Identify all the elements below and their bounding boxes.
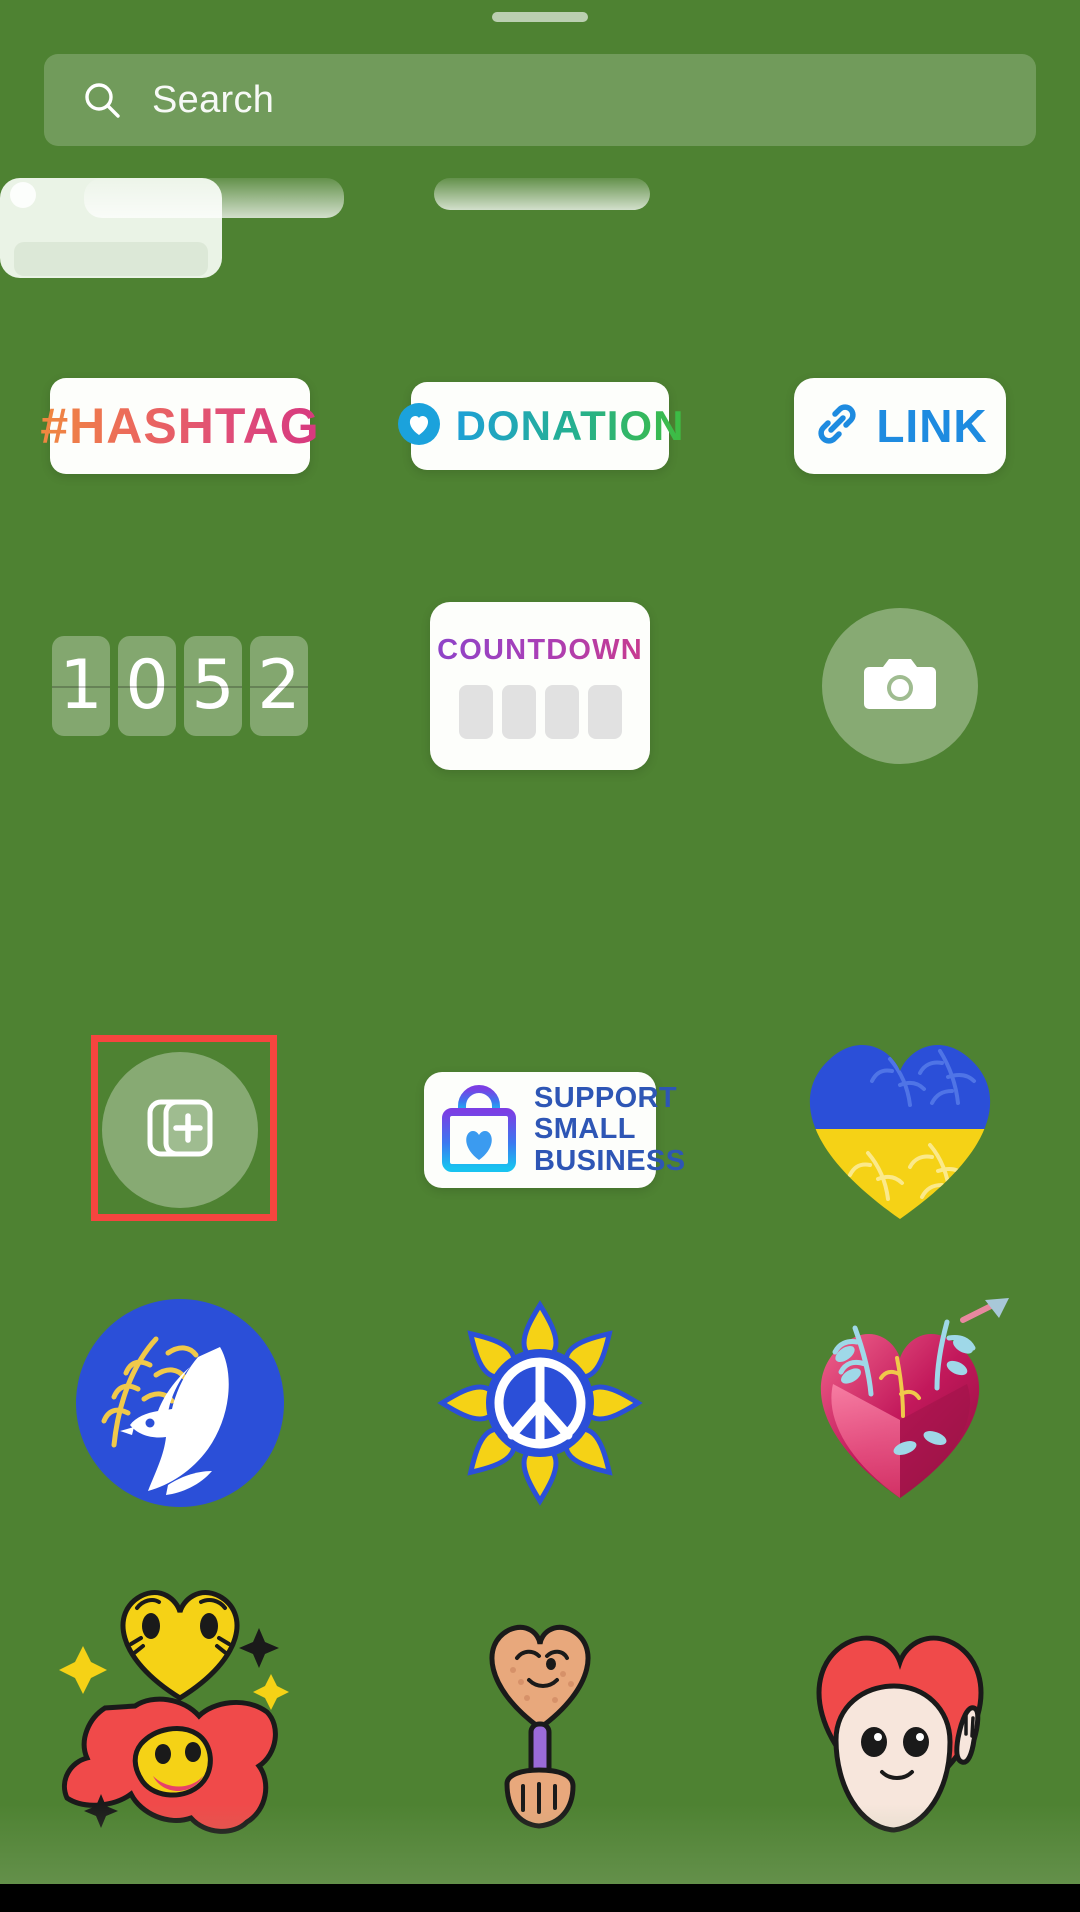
flip-digit: 2 [257, 646, 301, 725]
link-sticker[interactable]: LINK [794, 378, 1006, 474]
sticker-cell-peace-sunflower [360, 1295, 720, 1516]
time-stickers-row: 1 0 5 2 COUNTDOWN [0, 596, 1080, 776]
donation-label: DONATION [455, 402, 685, 449]
sticker-cell-heart-mirror [360, 1560, 720, 1860]
sticker-cell-countdown: COUNTDOWN [360, 602, 720, 770]
countdown-tile [587, 684, 622, 739]
ssb-line-1: SUPPORT [534, 1082, 677, 1115]
heart-character-sticker[interactable] [770, 1560, 1030, 1860]
flip-digit: 0 [125, 646, 169, 725]
sticker-cell-camera [720, 608, 1080, 764]
support-small-business-sticker[interactable]: SUPPORT SMALL BUSINESS [424, 1072, 685, 1188]
community-stickers-row: SUPPORT SMALL BUSINESS [0, 1040, 1080, 1220]
clipped-sticker-center[interactable] [434, 178, 650, 210]
sparkle-face-sticker[interactable] [45, 1560, 315, 1860]
camera-icon [863, 653, 937, 720]
camera-sticker[interactable] [822, 608, 978, 764]
sticker-cell-add-yours [0, 1052, 360, 1208]
clipped-check-icon [10, 182, 36, 208]
hashtag-sticker[interactable]: #HASHTAG [40, 378, 319, 474]
sticker-cell-donation: DONATION [360, 382, 720, 470]
flip-digit: 1 [59, 646, 103, 725]
sticker-cell-peace-dove [0, 1295, 360, 1516]
drag-handle[interactable] [492, 12, 588, 22]
floral-heart-arrow-sticker[interactable] [785, 1297, 1015, 1513]
flip-tile: 0 [118, 636, 176, 736]
countdown-tile [458, 684, 493, 739]
clipped-sticker-left[interactable] [84, 178, 344, 218]
flip-tile: 5 [184, 636, 242, 736]
ukraine-flag-heart-sticker[interactable] [790, 1033, 1010, 1228]
hashtag-label: #HASHTAG [40, 398, 320, 454]
sticker-tray-screen: #HASHTAG DONATION [0, 0, 1080, 1912]
sticker-cell-link: LINK [720, 378, 1080, 474]
sticker-cell-sparkle-face [0, 1560, 360, 1860]
sticker-cell-support-small-business: SUPPORT SMALL BUSINESS [360, 1072, 720, 1188]
search-bar[interactable] [44, 54, 1036, 146]
support-small-business-label: SUPPORT SMALL BUSINESS [534, 1082, 686, 1177]
sticker-cell-heart-character [720, 1560, 1080, 1860]
sticker-cell-ukraine-heart [720, 1033, 1080, 1228]
add-yours-icon [138, 1086, 222, 1175]
peace-dove-sticker[interactable] [72, 1295, 288, 1516]
countdown-label: COUNTDOWN [437, 633, 643, 666]
flip-tile: 1 [52, 636, 110, 736]
search-icon [82, 80, 122, 120]
sticker-cell-floral-heart [720, 1297, 1080, 1513]
countdown-tile [501, 684, 536, 739]
link-label: LINK [876, 400, 988, 452]
countdown-tile [544, 684, 579, 739]
sticker-cell-flipclock: 1 0 5 2 [0, 636, 360, 736]
ssb-line-2: SMALL [534, 1113, 636, 1146]
add-yours-sticker[interactable] [102, 1052, 258, 1208]
chain-link-icon [812, 399, 862, 454]
sticker-cell-hashtag: #HASHTAG [0, 378, 360, 474]
home-indicator [390, 1889, 690, 1898]
donation-sticker[interactable]: DONATION [397, 382, 683, 470]
partially-scrolled-row [0, 178, 1080, 288]
shopping-bag-heart-icon [436, 1082, 522, 1179]
interactive-stickers-row: #HASHTAG DONATION LINK [0, 356, 1080, 496]
heart-circle-icon [396, 401, 442, 452]
peace-stickers-row [0, 1290, 1080, 1520]
clipped-inner-bar [14, 242, 208, 276]
search-input[interactable] [152, 78, 852, 122]
sunflower-peace-sign-sticker[interactable] [432, 1295, 648, 1516]
flip-digit: 5 [191, 646, 235, 725]
ssb-line-3: BUSINESS [534, 1144, 686, 1177]
character-stickers-row [0, 1560, 1080, 1860]
countdown-sticker[interactable]: COUNTDOWN [430, 602, 650, 770]
hand-mirror-heart-sticker[interactable] [435, 1560, 645, 1860]
countdown-placeholder-tiles [458, 684, 622, 739]
flip-clock-sticker[interactable]: 1 0 5 2 [52, 636, 308, 736]
flip-tile: 2 [250, 636, 308, 736]
